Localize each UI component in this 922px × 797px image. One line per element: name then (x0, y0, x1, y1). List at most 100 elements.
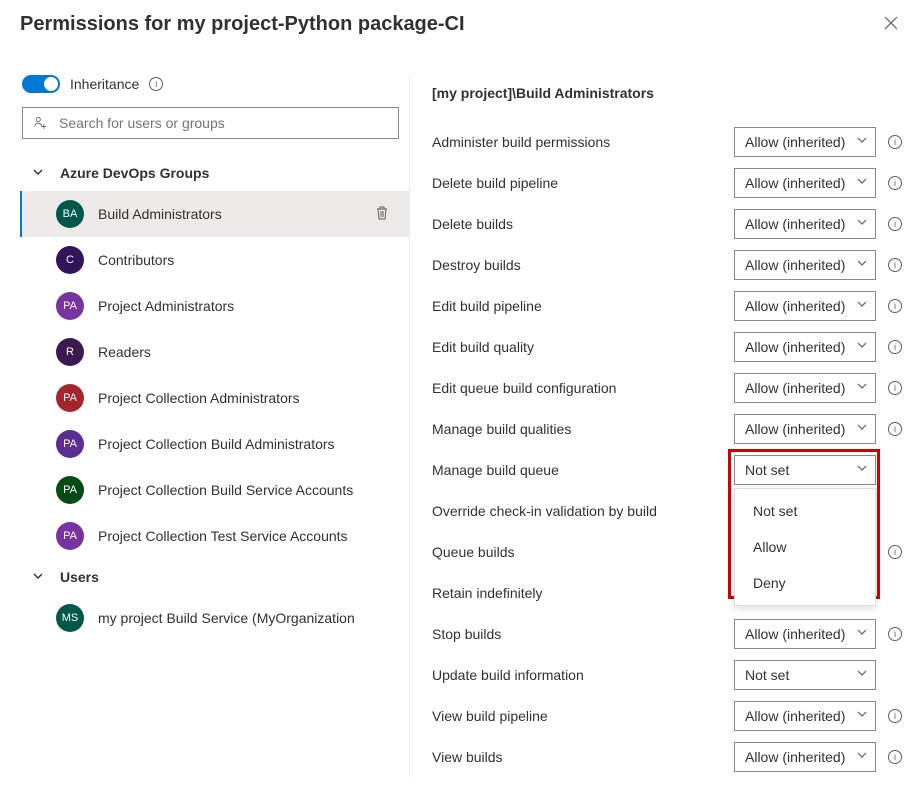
permission-row: Edit build pipeline Allow (inherited) i (432, 285, 902, 326)
info-icon[interactable]: i (888, 217, 902, 231)
permission-control: Allow (inherited) i (734, 250, 902, 280)
dropdown-option[interactable]: Deny (735, 565, 875, 601)
list-item[interactable]: PA Project Collection Test Service Accoun… (20, 513, 409, 559)
permission-dropdown[interactable]: Allow (inherited) (734, 168, 876, 198)
dropdown-value: Not set (745, 462, 789, 478)
trash-icon[interactable] (375, 205, 391, 224)
permission-row: Delete builds Allow (inherited) i (432, 203, 902, 244)
dropdown-option[interactable]: Not set (735, 493, 875, 529)
info-icon[interactable]: i (888, 545, 902, 559)
avatar: PA (56, 476, 84, 504)
permission-control: Allow (inherited) i (734, 209, 902, 239)
permission-label: Retain indefinitely (432, 585, 543, 601)
permission-row: View buildsAllow (inherited)i (432, 736, 902, 777)
permission-row: Manage build queue Not setNot setAllowDen… (432, 449, 902, 490)
permission-label: Override check-in validation by build (432, 503, 657, 519)
info-icon[interactable]: i (888, 258, 902, 272)
list-item[interactable]: PAProject Administrators (20, 283, 409, 329)
info-icon[interactable]: i (888, 627, 902, 641)
info-icon[interactable]: i (888, 381, 902, 395)
chevron-down-icon (857, 422, 867, 435)
groups-section-header[interactable]: Azure DevOps Groups (20, 155, 409, 191)
permission-dropdown[interactable]: Allow (inherited) (734, 414, 876, 444)
list-item[interactable]: R Readers (20, 329, 409, 375)
permission-dropdown[interactable]: Allow (inherited) (734, 250, 876, 280)
permission-control: Not seti (734, 660, 902, 690)
permission-row: Manage build qualities Allow (inherited) i (432, 408, 902, 449)
dropdown-value: Allow (inherited) (745, 134, 845, 150)
detail-title: [my project]\Build Administrators (432, 85, 902, 101)
permission-label: Delete builds (432, 216, 513, 232)
list-item[interactable]: PAProject Collection Administrators (20, 375, 409, 421)
list-item-label: Readers (98, 344, 399, 360)
search-input[interactable] (57, 114, 388, 132)
info-icon[interactable]: i (888, 709, 902, 723)
permission-label: Queue builds (432, 544, 515, 560)
info-icon[interactable]: i (149, 77, 163, 91)
permission-dropdown[interactable]: Allow (inherited) (734, 127, 876, 157)
permission-dropdown[interactable]: Allow (inherited) (734, 332, 876, 362)
permission-control: i (888, 504, 902, 518)
permission-control: Allow (inherited) i (734, 742, 902, 772)
permission-row: Destroy buildsAllow (inherited)i (432, 244, 902, 285)
dropdown-value: Allow (inherited) (745, 216, 845, 232)
users-section-label: Users (60, 569, 99, 585)
list-item[interactable]: BABuild Administrators (20, 191, 409, 237)
list-item-label: Project Collection Administrators (98, 390, 399, 406)
permission-dropdown[interactable]: Allow (inherited) (734, 291, 876, 321)
dropdown-value: Allow (inherited) (745, 626, 845, 642)
avatar: C (56, 246, 84, 274)
permission-label: Manage build queue (432, 462, 559, 478)
permission-label: View build pipeline (432, 708, 548, 724)
dialog-header: Permissions for my project-Python packag… (20, 12, 902, 37)
list-item-label: Project Collection Build Administrators (98, 436, 399, 452)
permission-dropdown[interactable]: Allow (inherited) (734, 209, 876, 239)
permission-dropdown[interactable]: Allow (inherited) (734, 619, 876, 649)
list-item[interactable]: PAProject Collection Build Service Accou… (20, 467, 409, 513)
permission-dropdown[interactable]: Not set (734, 660, 876, 690)
chevron-down-icon (32, 570, 44, 585)
list-item[interactable]: MSmy project Build Service (MyOrganizati… (20, 595, 409, 641)
permission-label: Edit build pipeline (432, 298, 542, 314)
permissions-dialog: Permissions for my project-Python packag… (0, 0, 922, 797)
permission-label: Delete build pipeline (432, 175, 558, 191)
chevron-down-icon (857, 627, 867, 640)
dropdown-option[interactable]: Allow (735, 529, 875, 565)
avatar: PA (56, 522, 84, 550)
info-icon[interactable]: i (888, 299, 902, 313)
inheritance-toggle[interactable] (22, 75, 60, 93)
permission-list: Administer build permissionsAllow (inher… (432, 121, 902, 777)
permission-dropdown[interactable]: Not set (734, 455, 876, 485)
avatar: BA (56, 200, 84, 228)
chevron-down-icon (857, 258, 867, 271)
permission-control: Not setNot setAllowDenyi (734, 455, 902, 485)
list-item[interactable]: PA Project Collection Build Administrator… (20, 421, 409, 467)
dropdown-value: Allow (inherited) (745, 339, 845, 355)
list-item[interactable]: CContributors (20, 237, 409, 283)
list-item-label: Project Collection Test Service Accounts (98, 528, 399, 544)
dropdown-value: Allow (inherited) (745, 175, 845, 191)
list-item-label: Project Administrators (98, 298, 399, 314)
search-input-wrapper[interactable] (22, 107, 399, 139)
info-icon[interactable]: i (888, 422, 902, 436)
avatar: R (56, 338, 84, 366)
permission-dropdown[interactable]: Allow (inherited) (734, 701, 876, 731)
dialog-body: Inheritance i Azure DevOps Groups BABuil… (20, 75, 902, 777)
users-section-header[interactable]: Users (20, 559, 409, 595)
permission-row: Update build informationNot seti (432, 654, 902, 695)
permission-dropdown[interactable]: Allow (inherited) (734, 373, 876, 403)
info-icon[interactable]: i (888, 176, 902, 190)
chevron-down-icon (857, 381, 867, 394)
close-icon[interactable] (880, 12, 902, 37)
chevron-down-icon (857, 463, 867, 476)
permission-control: Allow (inherited) i (734, 332, 902, 362)
avatar: PA (56, 430, 84, 458)
permission-dropdown[interactable]: Allow (inherited) (734, 742, 876, 772)
person-search-icon (33, 116, 47, 130)
permission-control: Allow (inherited) i (734, 291, 902, 321)
groups-section-label: Azure DevOps Groups (60, 165, 209, 181)
info-icon[interactable]: i (888, 750, 902, 764)
info-icon[interactable]: i (888, 340, 902, 354)
permission-label: Manage build qualities (432, 421, 571, 437)
info-icon[interactable]: i (888, 135, 902, 149)
